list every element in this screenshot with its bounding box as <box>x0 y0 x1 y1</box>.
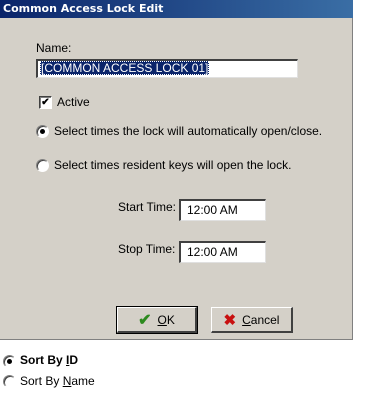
checkmark-icon: ✔ <box>138 311 152 329</box>
ok-button[interactable]: ✔ OK <box>116 306 198 334</box>
start-time-field[interactable]: 12:00 AM <box>179 199 266 221</box>
sort-by-id-label[interactable]: Sort By ID <box>20 353 78 367</box>
auto-open-radio[interactable] <box>36 125 49 138</box>
cancel-button[interactable]: ✖ Cancel <box>211 307 293 333</box>
name-field-value: [COMMON ACCESS LOCK 01] <box>40 61 210 75</box>
sort-by-name-label[interactable]: Sort By Name <box>20 374 95 388</box>
resident-keys-radio[interactable] <box>36 159 49 172</box>
ok-label: OK <box>157 312 175 327</box>
dialog-title: Common Access Lock Edit <box>0 0 353 18</box>
active-checkbox[interactable]: ✔ <box>39 96 52 109</box>
lock-edit-dialog: Common Access Lock Edit Name: [COMMON AC… <box>0 0 353 340</box>
stop-time-field[interactable]: 12:00 AM <box>179 241 266 263</box>
resident-keys-label[interactable]: Select times resident keys will open the… <box>54 158 291 172</box>
active-label: Active <box>57 95 90 109</box>
x-icon: ✖ <box>223 311 237 329</box>
cancel-label: Cancel <box>242 312 280 327</box>
auto-open-label[interactable]: Select times the lock will automatically… <box>54 124 322 138</box>
sort-by-name-radio[interactable] <box>3 375 16 388</box>
stop-time-label: Stop Time: <box>118 242 176 256</box>
start-time-label: Start Time: <box>118 200 177 214</box>
sort-by-id-radio[interactable] <box>3 355 16 368</box>
name-label: Name: <box>36 41 72 55</box>
check-mark-icon: ✔ <box>41 97 50 108</box>
name-field[interactable]: [COMMON ACCESS LOCK 01] <box>36 59 298 78</box>
